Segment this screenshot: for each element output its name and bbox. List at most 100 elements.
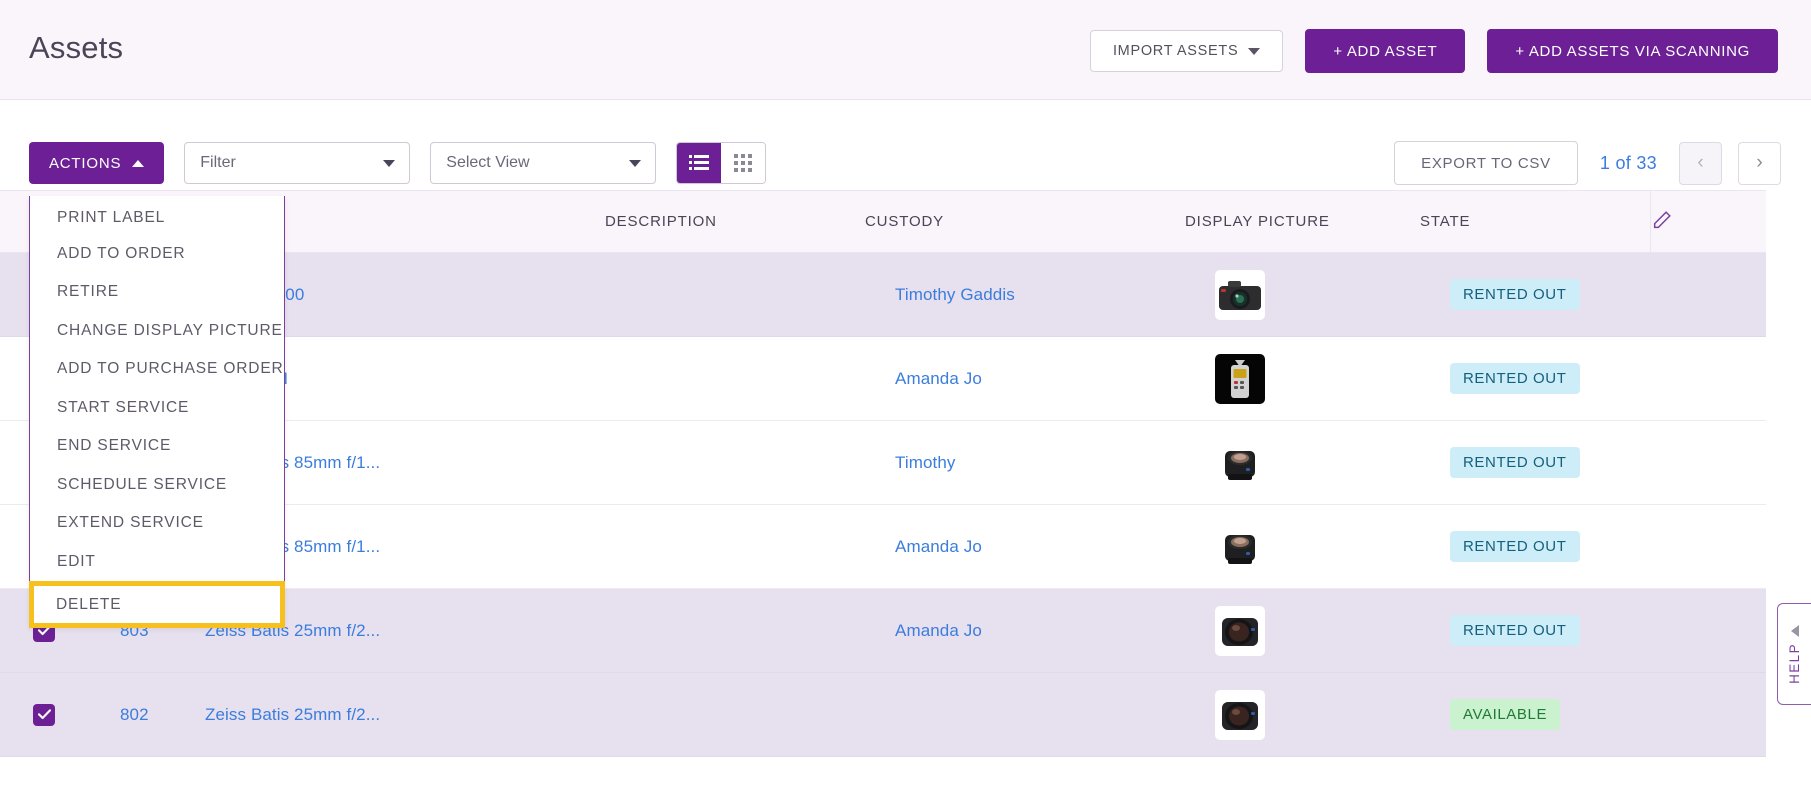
custody-link[interactable]: Amanda Jo [895, 537, 982, 556]
cell-edit [1650, 673, 1766, 757]
th-display-picture[interactable]: DISPLAY PICTURE [1185, 191, 1420, 253]
status-badge: RENTED OUT [1450, 363, 1580, 394]
import-assets-label: IMPORT ASSETS [1112, 43, 1239, 59]
import-assets-button[interactable]: IMPORT ASSETS [1089, 30, 1284, 72]
chevron-down-icon [383, 159, 396, 167]
menu-item-retire[interactable]: RETIRE [30, 273, 284, 312]
row-checkbox[interactable] [33, 703, 55, 726]
cell-description [605, 337, 865, 421]
cell-description [605, 673, 865, 757]
custody-link[interactable]: Timothy Gaddis [895, 285, 1015, 304]
menu-item-label: EXTEND SERVICE [57, 514, 204, 532]
view-select[interactable]: Select View [430, 142, 657, 184]
menu-item-edit[interactable]: EDIT [30, 542, 284, 581]
menu-item-label: SCHEDULE SERVICE [57, 475, 228, 493]
cell-display-picture [1185, 253, 1420, 337]
cell-description [605, 589, 865, 673]
menu-item-label: START SERVICE [57, 398, 190, 416]
cell-display-picture [1185, 421, 1420, 505]
cell-custody[interactable]: Amanda Jo [865, 505, 1185, 589]
triangle-left-icon [1790, 624, 1799, 637]
cell-custody[interactable]: Amanda Jo [865, 337, 1185, 421]
actions-button-label: ACTIONS [49, 154, 122, 172]
grid-view-icon [734, 154, 753, 172]
menu-item-label: PRINT LABEL [57, 209, 166, 227]
chevron-down-icon [629, 159, 642, 167]
audio-recorder-thumbnail [1215, 353, 1265, 404]
pencil-edit-icon [1653, 210, 1671, 228]
th-description[interactable]: DESCRIPTION [605, 191, 865, 253]
status-badge: RENTED OUT [1450, 447, 1580, 478]
lens-85mm-thumbnail [1215, 521, 1265, 572]
cell-description [605, 421, 865, 505]
previous-page-button[interactable]: ‹ [1679, 141, 1722, 185]
cell-display-picture [1185, 337, 1420, 421]
toolbar: ACTIONS Filter Select View EXPORT TO CSV… [0, 100, 1811, 190]
cell-edit [1650, 253, 1766, 337]
grid-view-button[interactable] [721, 143, 766, 183]
menu-item-label: RETIRE [57, 283, 119, 301]
help-tab[interactable]: HELP [1777, 603, 1811, 705]
lens-85mm-thumbnail [1215, 437, 1265, 488]
cell-edit [1650, 337, 1766, 421]
cell-custody[interactable] [865, 673, 1185, 757]
chevron-down-icon [1248, 47, 1261, 55]
menu-item-delete[interactable]: DELETE [29, 581, 285, 628]
custody-link[interactable]: Amanda Jo [895, 621, 982, 640]
menu-item-end-service[interactable]: END SERVICE [30, 427, 284, 466]
page-title: Assets [29, 30, 124, 65]
cell-description [605, 505, 865, 589]
menu-item-label: DELETE [56, 595, 122, 613]
table-row[interactable]: 802 Zeiss Batis 25mm f/2... AVAILABLE [0, 672, 1766, 757]
cell-edit [1650, 505, 1766, 589]
cell-custody[interactable]: Amanda Jo [865, 589, 1185, 673]
add-asset-button[interactable]: + ADD ASSET [1305, 29, 1466, 73]
list-view-button[interactable] [677, 143, 722, 183]
menu-item-schedule-service[interactable]: SCHEDULE SERVICE [30, 465, 284, 504]
actions-button[interactable]: ACTIONS [29, 142, 165, 184]
chevron-up-icon [132, 159, 145, 167]
view-select-label: Select View [446, 154, 530, 171]
actions-dropdown-menu: PRINT LABEL ADD TO ORDER RETIRE CHANGE DISP… [29, 196, 285, 628]
cell-name[interactable]: Zeiss Batis 25mm f/2... [175, 673, 605, 757]
cell-custody[interactable]: Timothy Gaddis [865, 253, 1185, 337]
cell-id[interactable]: 802 [90, 673, 175, 757]
next-page-button[interactable]: › [1738, 141, 1781, 185]
cell-checkbox[interactable] [0, 673, 90, 757]
cell-state: RENTED OUT [1420, 337, 1650, 421]
menu-item-change-display-picture[interactable]: CHANGE DISPLAY PICTURE [30, 311, 284, 350]
custody-link[interactable]: Amanda Jo [895, 369, 982, 388]
th-state[interactable]: STATE [1420, 191, 1650, 253]
export-to-csv-button[interactable]: EXPORT TO CSV [1394, 141, 1578, 185]
menu-item-start-service[interactable]: START SERVICE [30, 388, 284, 427]
custody-link[interactable]: Timothy [895, 453, 956, 472]
toolbar-right-group: EXPORT TO CSV 1 of 33 ‹ › [1394, 141, 1781, 185]
pagination-count: 1 of 33 [1599, 152, 1657, 173]
cell-custody[interactable]: Timothy [865, 421, 1185, 505]
menu-item-label: CHANGE DISPLAY PICTURE [57, 321, 283, 339]
toolbar-left-group: ACTIONS Filter Select View [29, 142, 767, 184]
menu-item-label: ADD TO ORDER [57, 244, 186, 262]
th-edit-columns[interactable] [1649, 190, 1766, 253]
lens-25mm-thumbnail [1215, 689, 1265, 740]
menu-item-add-to-order[interactable]: ADD TO ORDER [30, 234, 284, 273]
status-badge: RENTED OUT [1450, 279, 1580, 310]
asset-name-link[interactable]: Zeiss Batis 25mm f/2... [205, 705, 380, 724]
assets-page: Assets IMPORT ASSETS + ADD ASSET + ADD A… [0, 0, 1811, 799]
header-action-buttons: IMPORT ASSETS + ADD ASSET + ADD ASSETS V… [1089, 29, 1778, 73]
cell-edit [1650, 589, 1766, 673]
menu-item-print-label[interactable]: PRINT LABEL [30, 196, 284, 235]
filter-select-label: Filter [200, 154, 236, 171]
cell-display-picture [1185, 673, 1420, 757]
list-view-icon [689, 155, 710, 170]
cell-description [605, 253, 865, 337]
cell-display-picture [1185, 505, 1420, 589]
asset-id-link[interactable]: 802 [120, 705, 149, 724]
cell-edit [1650, 421, 1766, 505]
menu-item-extend-service[interactable]: EXTEND SERVICE [30, 504, 284, 543]
menu-item-add-to-purchase-order[interactable]: ADD TO PURCHASE ORDER [30, 350, 284, 389]
filter-select[interactable]: Filter [184, 142, 411, 184]
th-custody[interactable]: CUSTODY [865, 191, 1185, 253]
menu-item-label: ADD TO PURCHASE ORDER [57, 360, 284, 378]
add-assets-via-scanning-button[interactable]: + ADD ASSETS VIA SCANNING [1487, 29, 1778, 73]
